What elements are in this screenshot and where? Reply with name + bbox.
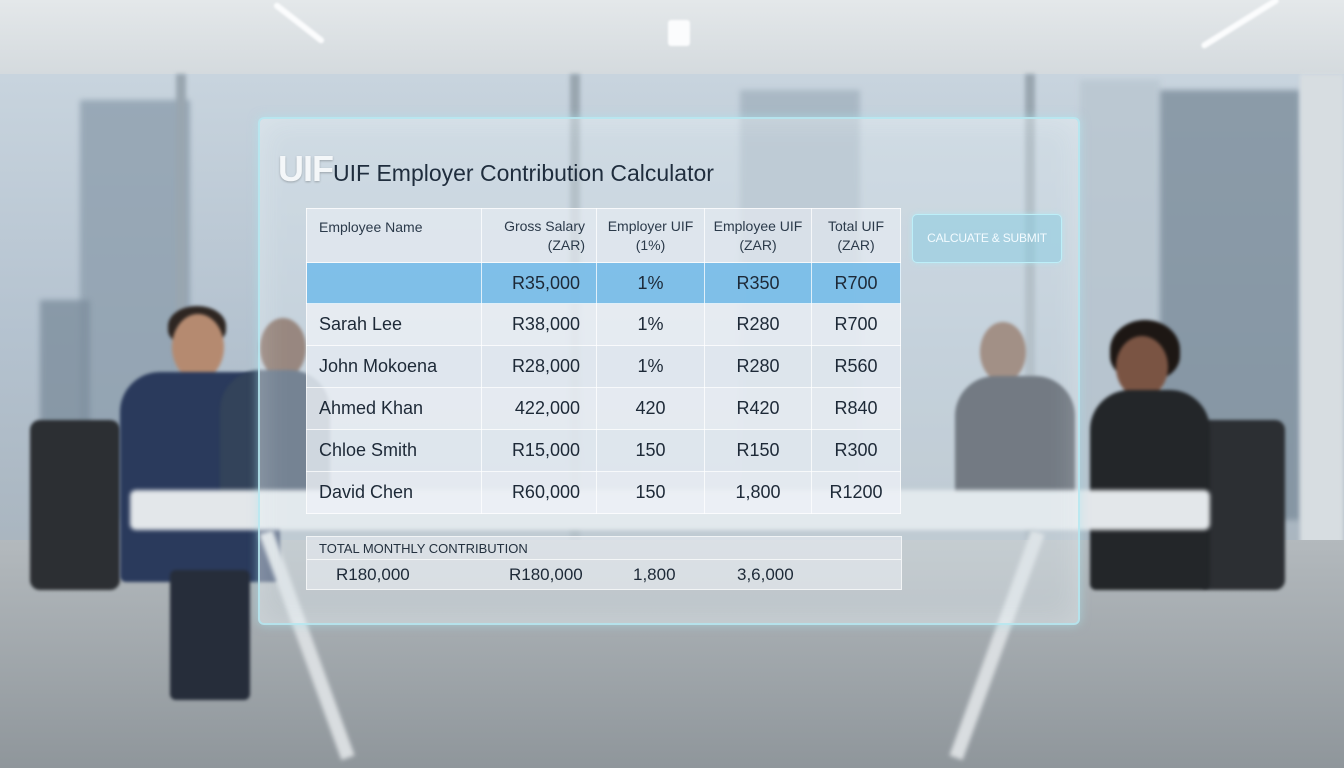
cell-total-uif[interactable]: R840 [811, 387, 901, 430]
cell-employee-uif[interactable]: R280 [704, 345, 812, 388]
window-frame [1300, 74, 1344, 554]
table-header-row: Employee Name Gross Salary (ZAR) Employe… [306, 208, 901, 263]
total-value-gross: R180,000 [336, 565, 410, 584]
cell-employer-uif[interactable]: 1% [596, 262, 705, 304]
contribution-table: Employee Name Gross Salary (ZAR) Employe… [306, 208, 901, 514]
cell-employer-uif[interactable]: 1% [596, 345, 705, 388]
cell-total-uif[interactable]: R300 [811, 429, 901, 472]
calculate-submit-button[interactable]: CALCUATE & SUBMIT [912, 214, 1062, 263]
table-row-selected[interactable]: R35,000 1% R350 R700 [306, 262, 901, 304]
cell-gross-salary[interactable]: R28,000 [481, 345, 597, 388]
cell-employee-uif[interactable]: 1,800 [704, 471, 812, 514]
table-row[interactable]: David Chen R60,000 150 1,800 R1200 [306, 471, 901, 514]
cell-employee-name[interactable]: Sarah Lee [306, 303, 482, 346]
cell-gross-salary[interactable]: R38,000 [481, 303, 597, 346]
cell-employee-name[interactable] [306, 262, 482, 304]
cell-gross-salary[interactable]: R15,000 [481, 429, 597, 472]
cell-employee-uif[interactable]: R150 [704, 429, 812, 472]
cell-total-uif[interactable]: R700 [811, 262, 901, 304]
ceiling-light [668, 20, 690, 46]
column-header-employee-name[interactable]: Employee Name [306, 208, 482, 263]
total-value-total-uif: 3,6,000 [737, 565, 794, 584]
cell-employer-uif[interactable]: 150 [596, 471, 705, 514]
uif-logo: UIF [278, 148, 334, 189]
table-row[interactable]: Ahmed Khan 422,000 420 R420 R840 [306, 387, 901, 430]
cell-employee-name[interactable]: David Chen [306, 471, 482, 514]
cell-employer-uif[interactable]: 150 [596, 429, 705, 472]
table-row[interactable]: Chloe Smith R15,000 150 R150 R300 [306, 429, 901, 472]
cell-employee-name[interactable]: Chloe Smith [306, 429, 482, 472]
cell-gross-salary[interactable]: R60,000 [481, 471, 597, 514]
table-row[interactable]: Sarah Lee R38,000 1% R280 R700 [306, 303, 901, 346]
cell-total-uif[interactable]: R560 [811, 345, 901, 388]
cell-employee-name[interactable]: Ahmed Khan [306, 387, 482, 430]
total-value-gross-sum: R180,000 [509, 565, 583, 584]
cell-employer-uif[interactable]: 420 [596, 387, 705, 430]
divider [307, 559, 901, 560]
cell-employee-uif[interactable]: R350 [704, 262, 812, 304]
cell-gross-salary[interactable]: R35,000 [481, 262, 597, 304]
cell-employee-uif[interactable]: R280 [704, 303, 812, 346]
cell-gross-salary[interactable]: 422,000 [481, 387, 597, 430]
cell-employee-name[interactable]: John Mokoena [306, 345, 482, 388]
table-row[interactable]: John Mokoena R28,000 1% R280 R560 [306, 345, 901, 388]
column-header-gross-salary[interactable]: Gross Salary (ZAR) [481, 208, 597, 263]
totals-section: TOTAL MONTHLY CONTRIBUTION R180,000 R180… [306, 536, 902, 590]
column-header-employee-uif[interactable]: Employee UIF (ZAR) [704, 208, 812, 263]
column-header-total-uif[interactable]: Total UIF (ZAR) [811, 208, 901, 263]
cell-total-uif[interactable]: R1200 [811, 471, 901, 514]
cell-total-uif[interactable]: R700 [811, 303, 901, 346]
total-value-employer-uif: 1,800 [633, 565, 676, 584]
column-header-employer-uif[interactable]: Employer UIF (1%) [596, 208, 705, 263]
cell-employee-uif[interactable]: R420 [704, 387, 812, 430]
page-title: UIF Employer Contribution Calculator [333, 160, 714, 186]
cell-employer-uif[interactable]: 1% [596, 303, 705, 346]
totals-label: TOTAL MONTHLY CONTRIBUTION [319, 541, 528, 556]
